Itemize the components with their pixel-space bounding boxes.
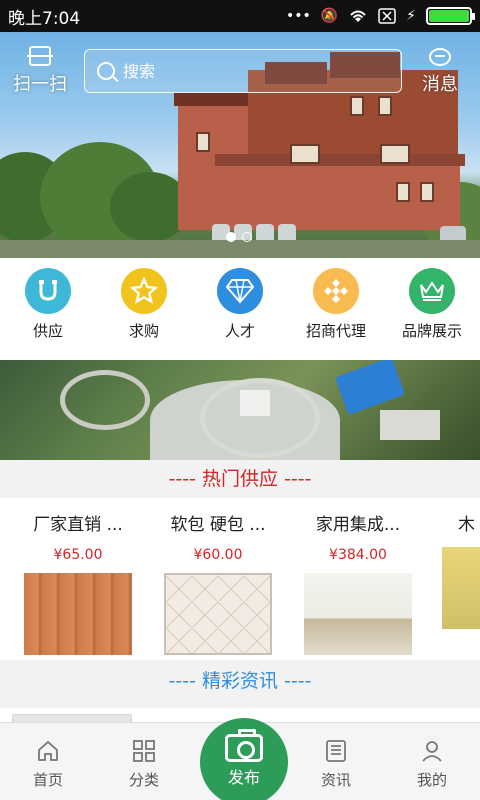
more-dots-icon: ••• (285, 8, 311, 24)
banner-pool (334, 360, 406, 416)
nav-label: 资讯 (320, 771, 351, 789)
category-label: 人才 (224, 322, 255, 340)
product-name: 软包 硬包 ... (170, 515, 266, 535)
product-card[interactable]: 厂家直销 ... ¥65.00 (8, 498, 148, 655)
banner-plaza (380, 410, 440, 440)
mute-icon: 🔕 (320, 8, 339, 24)
product-price: ¥65.00 (53, 547, 103, 563)
diamond-pattern-icon (313, 268, 359, 314)
category-talent[interactable]: 人才 (192, 258, 288, 360)
carousel-dot[interactable] (242, 232, 252, 242)
product-card[interactable]: 家用集成... ¥384.00 (288, 498, 428, 655)
banner-window (396, 182, 410, 202)
nav-home[interactable]: 首页 (0, 723, 96, 800)
u-magnet-icon (25, 268, 71, 314)
top-bar: 扫一扫 消息 (0, 40, 480, 102)
scan-icon (27, 46, 53, 66)
nav-label: 分类 (128, 771, 159, 789)
banner-fence (0, 240, 480, 258)
product-image (164, 573, 272, 655)
nav-label: 我的 (416, 771, 447, 789)
status-bar: 晚上7:04 ••• 🔕 ⚡ (0, 0, 480, 32)
diamond-icon (217, 268, 263, 314)
banner-roof (215, 154, 465, 166)
carousel-dot[interactable] (226, 232, 236, 242)
product-image (24, 573, 132, 655)
message-icon (429, 48, 451, 66)
message-label: 消息 (422, 74, 458, 95)
category-supply[interactable]: 供应 (0, 258, 96, 360)
search-input[interactable] (123, 61, 383, 81)
camera-icon (225, 729, 263, 762)
star-icon (121, 268, 167, 314)
screen: 晚上7:04 ••• 🔕 ⚡ 扫一扫 搜索 消息 供应 求购 人才 招商代理 品… (0, 0, 480, 800)
product-name: 家用集成... (315, 515, 401, 535)
banner-window (420, 182, 434, 202)
crown-icon (409, 268, 455, 314)
category-label: 招商代理 (305, 322, 366, 340)
scan-button[interactable]: 扫一扫 (8, 46, 72, 96)
category-label: 品牌展示 (401, 322, 462, 340)
no-sim-icon (378, 8, 396, 24)
hot-supply-list: 厂家直销 ... ¥65.00 软包 硬包 ... ¥60.00 家用集成...… (0, 498, 480, 660)
category-brand[interactable]: 品牌展示 (384, 258, 480, 360)
nav-news[interactable]: 资讯 (288, 723, 384, 800)
category-label: 供应 (32, 322, 63, 340)
message-button[interactable]: 消息 (416, 48, 464, 96)
search-bar[interactable] (84, 49, 402, 93)
news-icon (324, 739, 348, 763)
status-icons: ••• 🔕 ⚡ (285, 7, 475, 25)
hot-supply-title: ---- 热门供应 ---- (0, 460, 480, 498)
search-icon (97, 62, 115, 80)
banner-window (196, 132, 210, 152)
banner-path (60, 370, 150, 430)
grid-icon (132, 739, 156, 763)
product-price: ¥384.00 (329, 547, 387, 563)
promo-banner[interactable] (0, 360, 480, 460)
product-image (304, 573, 412, 655)
charging-icon: ⚡ (406, 8, 416, 24)
category-agency[interactable]: 招商代理 (288, 258, 384, 360)
category-grid: 供应 求购 人才 招商代理 品牌展示 (0, 258, 480, 360)
carousel-dots[interactable] (226, 232, 252, 242)
product-card[interactable]: 软包 硬包 ... ¥60.00 (148, 498, 288, 655)
wifi-icon (348, 8, 368, 24)
product-name: 木 (458, 515, 475, 535)
nav-category[interactable]: 分类 (96, 723, 192, 800)
category-label: 求购 (128, 322, 159, 340)
banner-window (380, 144, 410, 164)
user-icon (420, 739, 444, 763)
product-card[interactable]: 木 (428, 498, 480, 629)
battery-icon (426, 7, 475, 25)
product-image (442, 547, 480, 629)
banner-window (290, 144, 320, 164)
category-purchase[interactable]: 求购 (96, 258, 192, 360)
news-title: ---- 精彩资讯 ---- (0, 662, 480, 700)
publish-button[interactable]: 发布 (200, 718, 288, 800)
product-price: ¥60.00 (193, 547, 243, 563)
nav-label: 首页 (32, 771, 63, 789)
home-icon (36, 739, 60, 763)
nav-mine[interactable]: 我的 (384, 723, 480, 800)
status-time: 晚上7:04 (8, 8, 81, 29)
scan-label: 扫一扫 (13, 74, 67, 95)
publish-label: 发布 (227, 768, 260, 787)
banner-pavilion (240, 390, 270, 416)
product-name: 厂家直销 ... (33, 515, 123, 535)
